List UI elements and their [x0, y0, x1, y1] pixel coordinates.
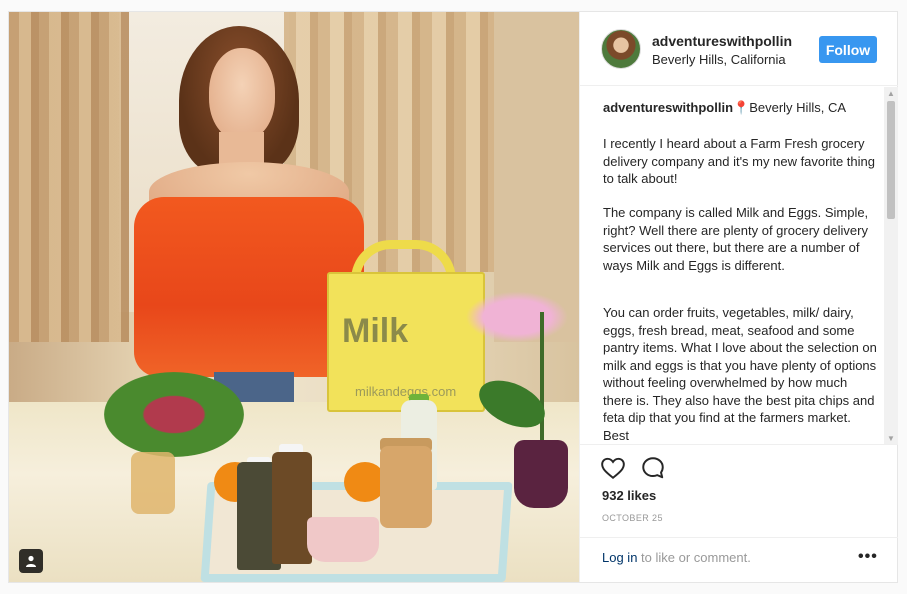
login-prompt: Log in to like or comment.: [602, 550, 751, 565]
post-actions: 932 likes OCTOBER 25: [580, 444, 898, 539]
caption-header: adventureswithpollin📍Beverly Hills, CA: [603, 100, 883, 116]
header-username[interactable]: adventureswithpollin: [652, 33, 792, 49]
user-tag-icon[interactable]: [19, 549, 43, 573]
glass-vase: [131, 452, 175, 514]
post-sidebar: adventureswithpollin Beverly Hills, Cali…: [579, 12, 898, 582]
post-photo[interactable]: Milk milkandeggs.com: [9, 12, 579, 582]
bag-url: milkandeggs.com: [355, 384, 457, 399]
avatar[interactable]: [601, 29, 641, 69]
post-header: adventureswithpollin Beverly Hills, Cali…: [580, 12, 898, 86]
orchid-flowers: [457, 287, 577, 347]
caption-paragraph: I recently I heard about a Farm Fresh gr…: [603, 136, 875, 186]
caption-area: adventureswithpollin📍Beverly Hills, CA I…: [580, 87, 898, 444]
login-prompt-text: to like or comment.: [637, 550, 751, 565]
orchid-stem: [540, 312, 544, 447]
heart-icon[interactable]: [600, 455, 626, 481]
scroll-thumb[interactable]: [887, 101, 895, 219]
scroll-up-icon[interactable]: ▲: [884, 87, 898, 99]
likes-count[interactable]: 932 likes: [602, 488, 656, 503]
caption-scrollbar[interactable]: ▲ ▼: [884, 87, 898, 444]
caption-location: Beverly Hills, CA: [749, 100, 846, 115]
more-options-icon[interactable]: •••: [858, 548, 878, 566]
scroll-down-icon[interactable]: ▼: [884, 432, 898, 444]
post-date[interactable]: OCTOBER 25: [602, 513, 663, 523]
location-pin-icon: 📍: [733, 100, 750, 115]
flower-pot: [514, 440, 568, 508]
juice-bottle: [272, 452, 312, 564]
post-footer: Log in to like or comment. •••: [580, 537, 898, 582]
dip-cup: [307, 517, 379, 562]
curtain-left: [9, 12, 129, 342]
coleus-plant: [104, 372, 244, 457]
bag-logo: Milk: [342, 312, 409, 350]
follow-button[interactable]: Follow: [819, 36, 877, 63]
header-location[interactable]: Beverly Hills, California: [652, 52, 786, 67]
post-card: Milk milkandeggs.com adventureswithpolli…: [8, 11, 898, 583]
caption-username[interactable]: adventureswithpollin: [603, 100, 733, 115]
person-face: [209, 48, 275, 140]
login-link[interactable]: Log in: [602, 550, 637, 565]
nut-butter-jar: [380, 446, 432, 528]
caption-paragraph: You can order fruits, vegetables, milk/ …: [603, 305, 877, 443]
comment-icon[interactable]: [640, 455, 666, 481]
caption-paragraph: The company is called Milk and Eggs. Sim…: [603, 205, 869, 273]
